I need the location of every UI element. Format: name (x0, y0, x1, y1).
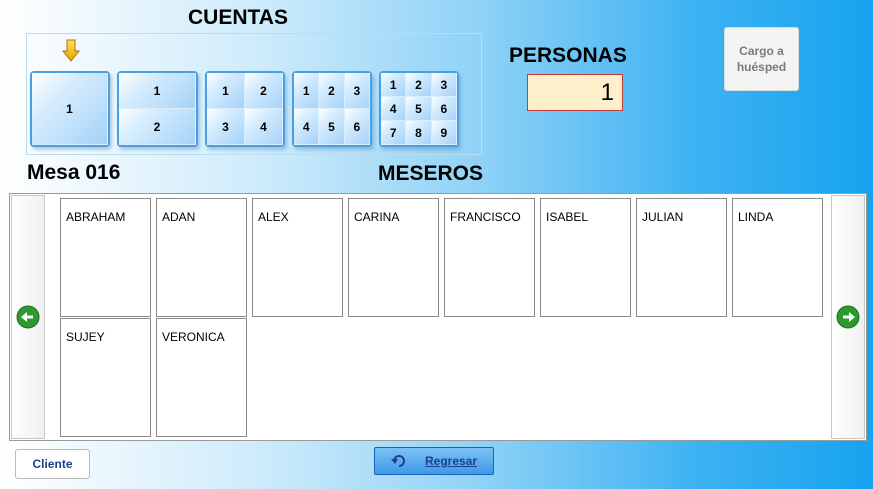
split-cell: 8 (406, 121, 432, 145)
waiter-card[interactable]: ISABEL (540, 198, 631, 317)
waiter-name: VERONICA (162, 330, 225, 344)
personas-title: PERSONAS (509, 44, 627, 67)
split-cell: 1 (381, 73, 407, 97)
waiter-name: ALEX (258, 210, 289, 224)
split-cell: 2 (406, 73, 432, 97)
mesa-label: Mesa 016 (27, 161, 121, 184)
cliente-label: Cliente (32, 457, 73, 471)
cliente-button[interactable]: Cliente (15, 449, 90, 479)
cuentas-title: CUENTAS (188, 6, 288, 29)
waiter-card[interactable]: ADAN (156, 198, 247, 317)
waiter-name: ISABEL (546, 210, 589, 224)
waiter-name: ADAN (162, 210, 196, 224)
split-cell: 2 (245, 73, 283, 109)
waiter-card[interactable]: JULIAN (636, 198, 727, 317)
undo-icon (390, 455, 405, 467)
split-cell: 5 (406, 97, 432, 121)
split-cell: 7 (381, 121, 407, 145)
regresar-label: Regresar (424, 454, 478, 468)
split-9-button[interactable]: 123456789 (379, 71, 459, 147)
left-arrow-icon (16, 305, 40, 329)
waiter-card[interactable]: SUJEY (60, 318, 151, 437)
next-page-button[interactable] (831, 195, 865, 439)
personas-input[interactable]: 1 (527, 74, 623, 111)
split-1-button[interactable]: 1 (30, 71, 110, 147)
split-cell: 3 (431, 73, 457, 97)
split-cell: 1 (119, 73, 196, 109)
waiter-name: JULIAN (642, 210, 684, 224)
prev-page-button[interactable] (11, 195, 45, 439)
split-4-button[interactable]: 1234 (205, 71, 285, 147)
split-cell: 4 (294, 109, 320, 145)
waiter-card[interactable]: ALEX (252, 198, 343, 317)
split-cell: 6 (344, 109, 370, 145)
split-6-button[interactable]: 123456 (292, 71, 372, 147)
split-cell: 9 (431, 121, 457, 145)
split-cell: 4 (245, 109, 283, 145)
split-cell: 3 (344, 73, 370, 109)
split-cell: 3 (207, 109, 245, 145)
split-cell: 2 (119, 109, 196, 145)
waiter-name: FRANCISCO (450, 210, 521, 224)
split-cell: 6 (431, 97, 457, 121)
meseros-title: MESEROS (378, 162, 484, 185)
waiter-card[interactable]: LINDA (732, 198, 823, 317)
split-cell: 5 (319, 109, 345, 145)
right-arrow-icon (836, 305, 860, 329)
waiter-card[interactable]: ABRAHAM (60, 198, 151, 317)
split-2-button[interactable]: 12 (117, 71, 198, 147)
waiter-name: LINDA (738, 210, 774, 224)
split-cell: 1 (207, 73, 245, 109)
waiter-card[interactable]: VERONICA (156, 318, 247, 437)
split-cell: 1 (294, 73, 320, 109)
cargo-huesped-button[interactable]: Cargo a huésped (724, 27, 799, 91)
waiter-name: CARINA (354, 210, 400, 224)
waiter-card[interactable]: FRANCISCO (444, 198, 535, 317)
waiter-card[interactable]: CARINA (348, 198, 439, 317)
down-arrow-icon (62, 39, 80, 62)
waiter-name: ABRAHAM (66, 210, 126, 224)
split-cell: 1 (32, 73, 108, 145)
cargo-huesped-label: Cargo a huésped (736, 44, 787, 74)
split-cell: 4 (381, 97, 407, 121)
split-cell: 2 (319, 73, 345, 109)
regresar-button[interactable]: Regresar (374, 447, 494, 475)
waiter-name: SUJEY (66, 330, 105, 344)
